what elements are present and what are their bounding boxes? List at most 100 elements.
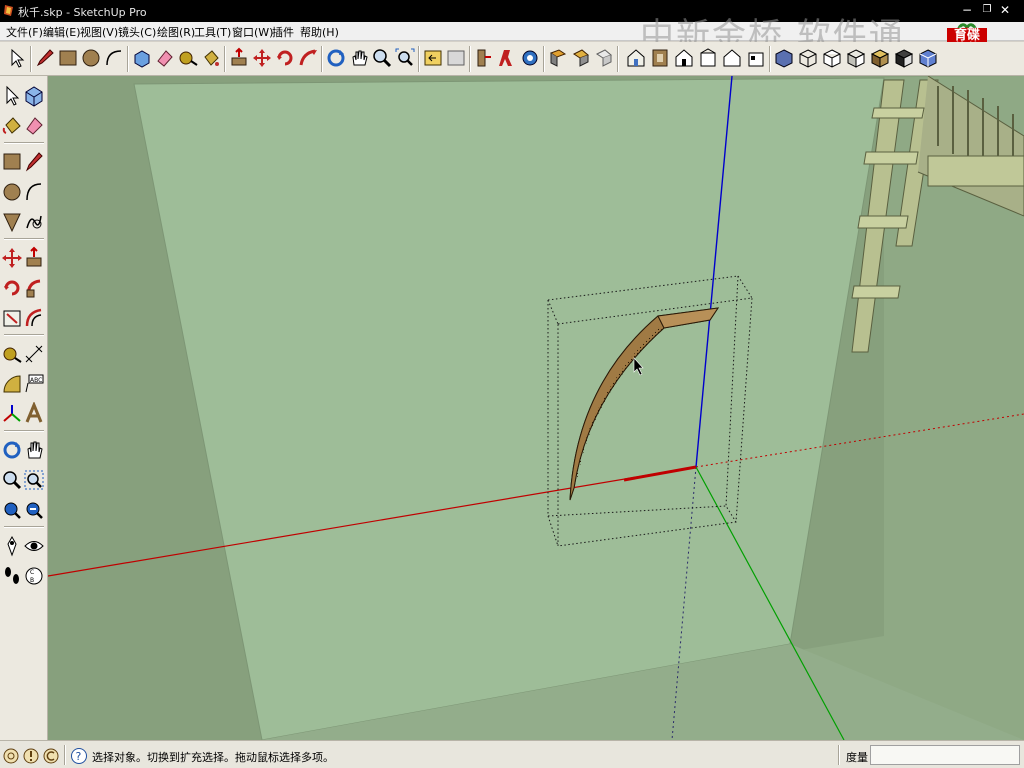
restore-button[interactable]: ❐ — [978, 2, 996, 18]
make-component-icon[interactable] — [131, 47, 153, 69]
zoom-window-icon[interactable] — [23, 468, 45, 492]
dimension-icon[interactable] — [23, 342, 45, 366]
menu-plugins[interactable]: 插件 — [272, 24, 294, 40]
position-camera-icon[interactable] — [1, 534, 23, 558]
circle-icon[interactable] — [80, 47, 102, 69]
iso-view-icon[interactable] — [625, 47, 647, 69]
rotate-icon[interactable] — [1, 276, 23, 300]
zoom-icon[interactable] — [1, 468, 23, 492]
text-label-icon[interactable]: ABC — [23, 372, 45, 396]
orbit-icon[interactable] — [325, 47, 347, 69]
3d-text-icon[interactable] — [23, 402, 45, 426]
back-view-icon[interactable] — [721, 47, 743, 69]
menu-camera[interactable]: 镜头(C) — [118, 24, 156, 40]
circle-icon[interactable] — [1, 180, 23, 204]
orbit-icon[interactable] — [1, 438, 23, 462]
status-separator — [64, 745, 66, 765]
model-viewport[interactable] — [48, 76, 1024, 740]
hidden-line-style-icon[interactable] — [821, 47, 843, 69]
help-question-icon[interactable]: ? — [70, 747, 88, 765]
walk-icon[interactable] — [496, 47, 518, 69]
select-arrow-icon[interactable] — [1, 84, 23, 108]
display-section-cuts-icon[interactable] — [593, 47, 615, 69]
push-pull-icon[interactable] — [23, 246, 45, 270]
menu-file[interactable]: 文件(F) — [6, 24, 43, 40]
main-toolbar — [0, 42, 1024, 76]
rectangle-icon[interactable] — [57, 47, 79, 69]
shaded-style-icon[interactable] — [845, 47, 867, 69]
xray-style-icon[interactable] — [773, 47, 795, 69]
menu-help[interactable]: 帮助(H) — [300, 24, 339, 40]
display-section-icon[interactable] — [570, 47, 592, 69]
move-icon[interactable] — [251, 47, 273, 69]
pan-hand-icon[interactable] — [23, 438, 45, 462]
scale-icon[interactable] — [1, 306, 23, 330]
toolbar-separator — [321, 46, 323, 72]
right-view-icon[interactable] — [697, 47, 719, 69]
scene-canvas[interactable] — [48, 76, 1024, 740]
axes-icon[interactable] — [1, 402, 23, 426]
make-component-icon[interactable] — [23, 84, 45, 108]
polygon-icon[interactable] — [1, 210, 23, 234]
geo-location-icon[interactable] — [2, 747, 20, 765]
eraser-icon[interactable] — [23, 114, 45, 138]
arc-icon[interactable] — [23, 180, 45, 204]
freehand-icon[interactable] — [23, 210, 45, 234]
svg-text:?: ? — [76, 750, 82, 763]
shaded-textures-style-icon[interactable] — [869, 47, 891, 69]
section-plane-icon[interactable]: CB — [23, 564, 45, 588]
toolbar-separator — [543, 46, 545, 72]
left-view-icon[interactable] — [745, 47, 767, 69]
look-around-icon[interactable] — [519, 47, 541, 69]
xray-toggle-icon[interactable] — [917, 47, 939, 69]
monochrome-style-icon[interactable] — [893, 47, 915, 69]
paint-bucket-icon[interactable] — [1, 114, 23, 138]
close-button[interactable]: ✕ — [996, 2, 1014, 18]
follow-me-icon[interactable] — [297, 47, 319, 69]
arc-icon[interactable] — [103, 47, 125, 69]
protractor-icon[interactable] — [1, 372, 23, 396]
offset-icon[interactable] — [23, 306, 45, 330]
menu-window[interactable]: 窗口(W) — [232, 24, 273, 40]
sketchup-window: 秋千.skp - SketchUp Pro − ❐ ✕ 文件(F) 编辑(E) … — [0, 0, 1024, 768]
push-pull-icon[interactable] — [228, 47, 250, 69]
minimize-button[interactable]: − — [958, 2, 976, 18]
pencil-icon[interactable] — [23, 150, 45, 174]
front-view-icon[interactable] — [673, 47, 695, 69]
toolbar-separator — [4, 142, 44, 144]
tape-measure-icon[interactable] — [177, 47, 199, 69]
section-plane-icon[interactable] — [547, 47, 569, 69]
tape-measure-icon[interactable] — [1, 342, 23, 366]
rectangle-icon[interactable] — [1, 150, 23, 174]
menu-tools[interactable]: 工具(T) — [194, 24, 231, 40]
rotate-icon[interactable] — [274, 47, 296, 69]
look-around-icon[interactable] — [23, 534, 45, 558]
menu-view[interactable]: 视图(V) — [80, 24, 118, 40]
pan-hand-icon[interactable] — [348, 47, 370, 69]
previous-zoom-icon[interactable] — [23, 498, 45, 522]
wireframe-style-icon[interactable] — [797, 47, 819, 69]
window-title: 秋千.skp - SketchUp Pro — [18, 6, 147, 19]
zoom-extents-icon[interactable] — [394, 47, 416, 69]
select-arrow-icon[interactable] — [6, 47, 28, 69]
menu-draw[interactable]: 绘图(R) — [157, 24, 195, 40]
position-camera-icon[interactable] — [473, 47, 495, 69]
paint-bucket-icon[interactable] — [200, 47, 222, 69]
measurements-label: 度量 — [846, 751, 868, 764]
next-view-icon[interactable] — [445, 47, 467, 69]
eraser-icon[interactable] — [154, 47, 176, 69]
zoom-extents-icon[interactable] — [1, 498, 23, 522]
previous-view-icon[interactable] — [422, 47, 444, 69]
svg-text:ABC: ABC — [30, 377, 42, 384]
pencil-icon[interactable] — [34, 47, 56, 69]
move-icon[interactable] — [1, 246, 23, 270]
follow-me-icon[interactable] — [23, 276, 45, 300]
measurements-input[interactable] — [870, 745, 1020, 765]
walk-footprints-icon[interactable] — [1, 564, 23, 588]
zoom-icon[interactable] — [371, 47, 393, 69]
credits-icon[interactable] — [22, 747, 40, 765]
toolbar-separator — [4, 238, 44, 240]
menu-edit[interactable]: 编辑(E) — [43, 24, 81, 40]
top-view-icon[interactable] — [649, 47, 671, 69]
copyright-icon[interactable] — [42, 747, 60, 765]
